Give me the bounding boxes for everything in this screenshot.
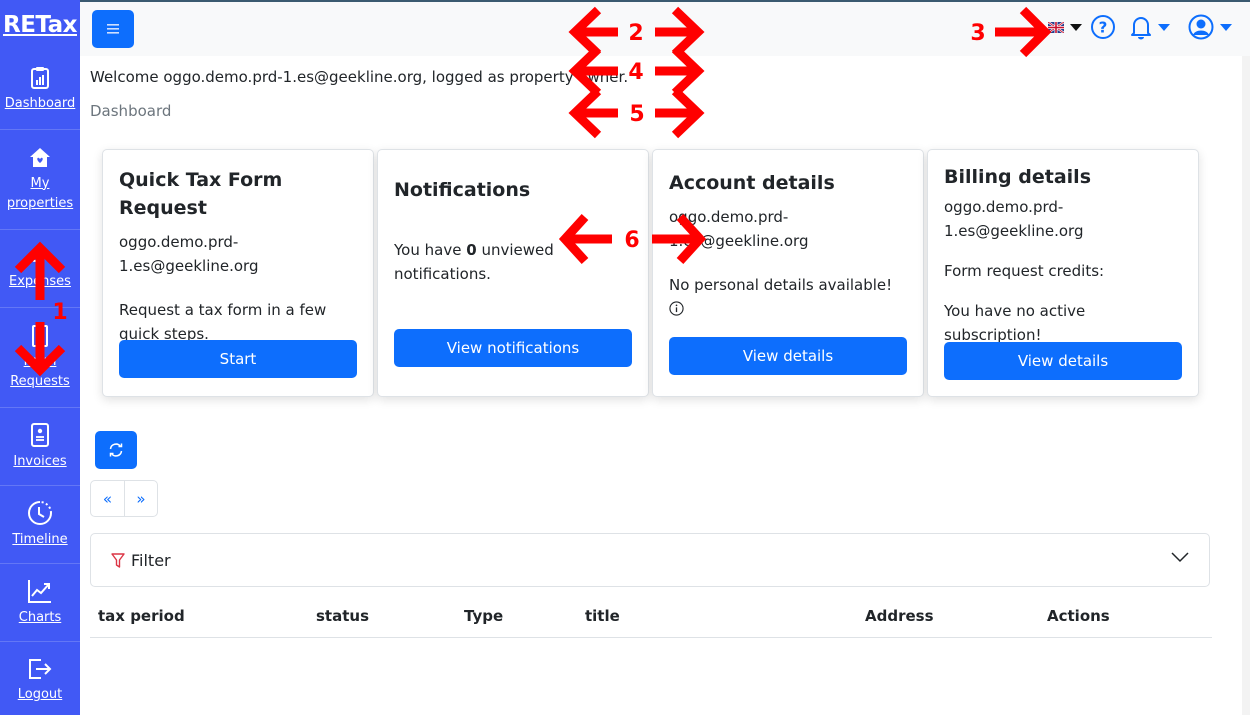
column-header-type[interactable]: Type (464, 607, 503, 625)
filter-icon (111, 552, 125, 568)
chevron-down-icon (1171, 552, 1189, 563)
card-title: Account details (669, 172, 835, 194)
sidebar-label: Requests (10, 373, 70, 389)
caret-down-icon (1158, 23, 1170, 31)
caret-down-icon (1220, 23, 1232, 31)
pagination-next-button[interactable]: » (124, 481, 157, 516)
sidebar-label: Logout (17, 687, 63, 702)
personal-details-status: No personal details available! (669, 273, 907, 321)
refresh-button[interactable] (95, 431, 137, 469)
coins-icon (29, 250, 51, 262)
dashboard-cards: Quick Tax Form Request oggo.demo.prd- 1.e… (102, 149, 1202, 397)
column-header-status[interactable]: status (316, 607, 369, 625)
sidebar-label: Invoices (13, 453, 67, 469)
pagination-prev-button[interactable]: « (91, 481, 124, 516)
sidebar-label: Timeline (12, 531, 68, 547)
card-title: Quick Tax Form Request (119, 169, 283, 219)
user-dropdown[interactable] (1188, 14, 1232, 40)
column-header-address[interactable]: Address (865, 607, 934, 625)
clipboard-chart-icon (31, 66, 49, 89)
user-circle-icon (1188, 14, 1214, 40)
notifications-dropdown[interactable] (1130, 14, 1170, 40)
sidebar-label: Dashboard (4, 95, 76, 111)
pagination: « » (90, 480, 158, 517)
column-header-actions[interactable]: Actions (1047, 607, 1110, 625)
sidebar-item-my-properties[interactable]: My properties (0, 130, 80, 230)
sidebar-label: Charts (18, 609, 62, 625)
invoice-icon (31, 422, 49, 447)
sidebar-item-invoices[interactable]: Invoices (0, 408, 80, 486)
quick-tax-form-card: Quick Tax Form Request oggo.demo.prd- 1.e… (102, 149, 374, 397)
start-button[interactable]: Start (119, 340, 357, 378)
brand-logo[interactable]: RETax (0, 0, 80, 50)
refresh-icon (109, 443, 123, 457)
view-notifications-button[interactable]: View notifications (394, 329, 632, 367)
sidebar-label: Expenses (9, 273, 71, 289)
filter-accordion[interactable]: Filter (90, 533, 1210, 587)
caret-down-icon (1070, 23, 1082, 31)
billing-details-card: Billing details oggo.demo.prd- 1.es@geekl… (927, 149, 1199, 397)
notifications-summary: You have 0 unviewed notifications. (394, 241, 554, 283)
help-icon[interactable]: ? (1090, 14, 1116, 40)
sidebar-item-dashboard[interactable]: Dashboard (0, 50, 80, 130)
filter-label: Filter (131, 550, 171, 570)
bell-icon (1131, 17, 1151, 40)
card-description: Request a tax form in a few quick steps. (119, 301, 327, 343)
subscription-status: You have no active subscription! (944, 302, 1086, 344)
card-title: Billing details (944, 166, 1091, 188)
form-document-icon (32, 324, 48, 347)
breadcrumb: Dashboard (90, 102, 172, 120)
language-dropdown[interactable] (1048, 21, 1082, 33)
view-account-details-button[interactable]: View details (669, 337, 907, 375)
annotation-label: 4 (628, 60, 643, 85)
notifications-card: Notifications You have 0 unviewed notifi… (377, 149, 649, 397)
column-header-title[interactable]: title (585, 607, 620, 625)
welcome-message: Welcome oggo.demo.prd-1.es@geekline.org,… (90, 68, 629, 86)
hamburger-icon (107, 24, 119, 34)
card-email: oggo.demo.prd- 1.es@geekline.org (944, 198, 1084, 240)
uk-flag-icon (1048, 21, 1064, 33)
logout-icon (29, 659, 52, 679)
account-details-card: Account details oggo.demo.prd- 1.es@geekl… (652, 149, 924, 397)
topbar-actions: ? (1048, 14, 1232, 40)
sidebar-item-charts[interactable]: Charts (0, 564, 80, 642)
annotation-arrow-left (568, 87, 618, 139)
view-billing-details-button[interactable]: View details (944, 342, 1182, 380)
column-header-tax-period[interactable]: tax period (98, 607, 185, 625)
sidebar-label: properties (6, 195, 74, 211)
credits-label: Form request credits: (944, 262, 1105, 280)
line-chart-icon (28, 579, 51, 603)
sidebar: RETax Dashboard My properties Expenses F… (0, 0, 80, 715)
page-scrollbar[interactable] (1242, 56, 1250, 715)
annotation-arrow-right (655, 87, 705, 139)
clock-icon (28, 500, 52, 525)
sidebar-item-timeline[interactable]: Timeline (0, 486, 80, 564)
sidebar-item-form-requests[interactable]: Form Requests (0, 308, 80, 408)
table-header: tax period status Type title Address Act… (90, 598, 1212, 638)
annotation-label: 5 (629, 102, 644, 127)
top-navbar: ? (80, 0, 1250, 56)
svg-text:?: ? (1099, 19, 1108, 37)
card-title: Notifications (394, 179, 531, 201)
menu-toggle-button[interactable] (92, 10, 134, 48)
house-heart-icon (30, 147, 50, 167)
sidebar-item-expenses[interactable]: Expenses (0, 230, 80, 308)
card-email: oggo.demo.prd- 1.es@geekline.org (669, 208, 809, 250)
sidebar-item-logout[interactable]: Logout (0, 642, 80, 715)
card-email: oggo.demo.prd- 1.es@geekline.org (119, 233, 259, 275)
info-icon[interactable] (669, 301, 684, 316)
unviewed-count: 0 (466, 241, 477, 259)
sidebar-label: Form (23, 353, 57, 369)
sidebar-label: My (30, 175, 50, 191)
